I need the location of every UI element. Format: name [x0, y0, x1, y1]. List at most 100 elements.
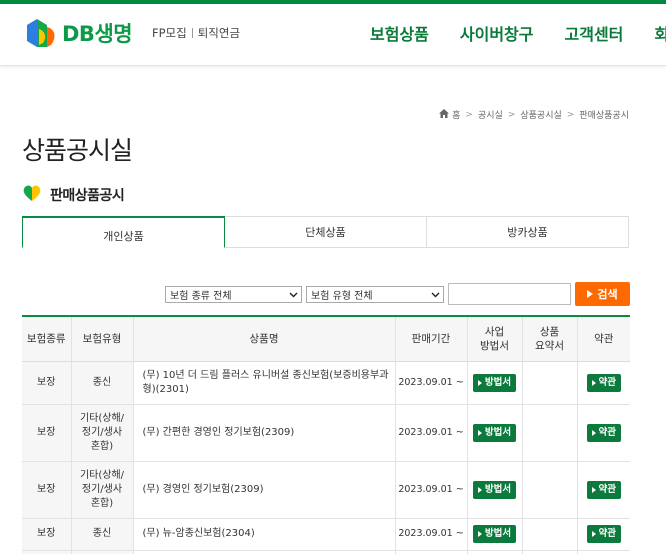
terms-label: 약관 — [598, 426, 616, 438]
nav-cyber-service[interactable]: 사이버창구 — [460, 21, 534, 45]
terms-label: 약관 — [598, 483, 616, 495]
nav-customer-center[interactable]: 고객센터 — [565, 21, 624, 45]
search-button[interactable]: 검색 — [575, 282, 630, 306]
business-method-label: 방법서 — [484, 426, 512, 438]
insurance-type-select[interactable]: 보험 유형 전체 — [306, 286, 444, 303]
cell-business-method — [467, 550, 523, 554]
page-title: 상품공시실 — [22, 136, 133, 165]
cell-terms: 약관 — [577, 404, 630, 462]
cell-product-summary — [522, 404, 578, 462]
header-type: 보험유형 — [71, 315, 134, 362]
play-arrow-icon — [477, 429, 482, 436]
breadcrumb-home[interactable]: 홈 — [452, 108, 460, 121]
cell-kind: 보장 — [22, 361, 72, 405]
breadcrumb-separator: > — [465, 109, 473, 120]
cell-type — [71, 550, 134, 554]
cell-product-name[interactable]: (무) 경영인 정기보험(2309) — [133, 461, 396, 519]
header-kind: 보험종류 — [22, 315, 72, 362]
play-arrow-icon — [477, 379, 482, 386]
breadcrumb-disclosure[interactable]: 공시실 — [478, 108, 503, 121]
cell-terms — [577, 550, 630, 554]
tab-group[interactable]: 단체상품 — [225, 216, 427, 248]
utility-links: FP모집 퇴직연금 — [152, 25, 240, 41]
main-navigation: 보험상품 사이버창구 고객센터 회 — [370, 21, 666, 45]
table-header-row: 보험종류 보험유형 상품명 판매기간 사업 방법서 상품 요약서 약관 — [22, 315, 630, 362]
chevron-down-icon — [289, 290, 298, 302]
util-link-pension[interactable]: 퇴직연금 — [198, 25, 240, 41]
play-arrow-icon — [591, 379, 596, 386]
table-row: 보장 종신 (무) 뉴-암종신보험(2304) 2023.09.01 ~ 방법서 약관 — [22, 518, 630, 551]
breadcrumb: 홈 > 공시실 > 상품공시실 > 판매상품공시 — [439, 108, 629, 121]
cell-type: 종신 — [71, 361, 134, 405]
product-tabs: 개인상품 단체상품 방카상품 — [22, 216, 629, 248]
play-arrow-icon — [591, 531, 596, 537]
cell-terms: 약관 — [577, 361, 630, 405]
cell-kind: 보장 — [22, 518, 72, 551]
util-link-fp[interactable]: FP모집 — [152, 25, 187, 41]
cell-terms: 약관 — [577, 461, 630, 519]
cell-sale-period: 2023.09.01 ~ — [395, 361, 468, 405]
product-table: 보험종류 보험유형 상품명 판매기간 사업 방법서 상품 요약서 약관 보장 종신… — [22, 315, 630, 554]
insurance-kind-select[interactable]: 보험 종류 전체 — [165, 286, 302, 303]
nav-insurance-products[interactable]: 보험상품 — [370, 21, 429, 45]
cell-product-summary — [522, 361, 578, 405]
breadcrumb-product-disclosure[interactable]: 상품공시실 — [520, 108, 561, 121]
logo-text: DB생명 — [62, 22, 133, 46]
tab-bancassurance[interactable]: 방카상품 — [427, 216, 629, 248]
terms-button[interactable]: 약관 — [586, 373, 621, 392]
header-product-name: 상품명 — [133, 315, 396, 362]
cell-terms: 약관 — [577, 518, 630, 551]
cell-business-method: 방법서 — [467, 461, 523, 519]
tab-individual[interactable]: 개인상품 — [22, 216, 225, 248]
cell-business-method: 방법서 — [467, 361, 523, 405]
search-bar: 보험 종류 전체 보험 유형 전체 검색 — [0, 282, 666, 306]
table-row: 보장 기타(상해/ 정기/생사 혼합) (무) 간편한 경영인 정기보험(2309)… — [22, 404, 630, 462]
header-business-method: 사업 방법서 — [467, 315, 523, 362]
cell-type: 종신 — [71, 518, 134, 551]
header-sale-period: 판매기간 — [395, 315, 468, 362]
play-arrow-icon — [591, 429, 596, 436]
cell-product-name[interactable]: (무) 10년 더 드림 플러스 유니버설 종신보험(보증비용부과형)(2301… — [133, 361, 396, 405]
breadcrumb-separator: > — [507, 109, 516, 120]
table-row: 보장 기타(상해/ 정기/생사 혼합) (무) 경영인 정기보험(2309) 2023… — [22, 461, 630, 519]
cell-sale-period: 2023.09.01 ~ — [395, 404, 468, 462]
home-icon[interactable] — [439, 108, 450, 121]
cell-product-name[interactable]: (무) 뉴-암종신보험(2304) — [133, 518, 396, 551]
header-product-summary: 상품 요약서 — [522, 315, 578, 362]
table-row: 보장 종신 (무) 10년 더 드림 플러스 유니버설 종신보험(보증비용부과형)(… — [22, 361, 630, 405]
logo[interactable]: DB생명 — [25, 13, 133, 53]
chevron-down-icon — [431, 290, 440, 302]
nav-more[interactable]: 회 — [654, 21, 666, 45]
search-button-label: 검색 — [597, 288, 618, 301]
terms-button[interactable]: 약관 — [586, 480, 621, 499]
business-method-button[interactable]: 방법서 — [472, 423, 517, 442]
section-title: 판매상품공시 — [22, 184, 125, 206]
business-method-button[interactable]: 방법서 — [472, 525, 517, 543]
insurance-kind-value: 보험 종류 전체 — [170, 291, 232, 302]
section-title-text: 판매상품공시 — [50, 188, 125, 204]
play-arrow-icon — [591, 486, 596, 493]
business-method-button[interactable]: 방법서 — [472, 373, 517, 392]
business-method-button[interactable]: 방법서 — [472, 480, 517, 499]
table-row — [22, 550, 630, 554]
search-input[interactable] — [448, 283, 571, 305]
db-logo-icon — [25, 15, 59, 51]
business-method-label: 방법서 — [484, 528, 512, 539]
header-terms: 약관 — [577, 315, 630, 362]
terms-button[interactable]: 약관 — [586, 423, 621, 442]
terms-label: 약관 — [598, 528, 616, 539]
business-method-label: 방법서 — [484, 483, 512, 495]
terms-button[interactable]: 약관 — [586, 525, 621, 543]
cell-product-name[interactable]: (무) 간편한 경영인 정기보험(2309) — [133, 404, 396, 462]
cell-business-method: 방법서 — [467, 404, 523, 462]
cell-sale-period: 2023.09.01 ~ — [395, 518, 468, 551]
cell-type: 기타(상해/ 정기/생사 혼합) — [71, 461, 134, 519]
cell-product-name[interactable] — [133, 550, 396, 554]
cell-product-summary — [522, 461, 578, 519]
cell-business-method: 방법서 — [467, 518, 523, 551]
cell-kind — [22, 550, 72, 554]
play-arrow-icon — [587, 290, 594, 298]
cell-kind: 보장 — [22, 461, 72, 519]
cell-product-summary — [522, 518, 578, 551]
insurance-type-value: 보험 유형 전체 — [311, 291, 373, 302]
